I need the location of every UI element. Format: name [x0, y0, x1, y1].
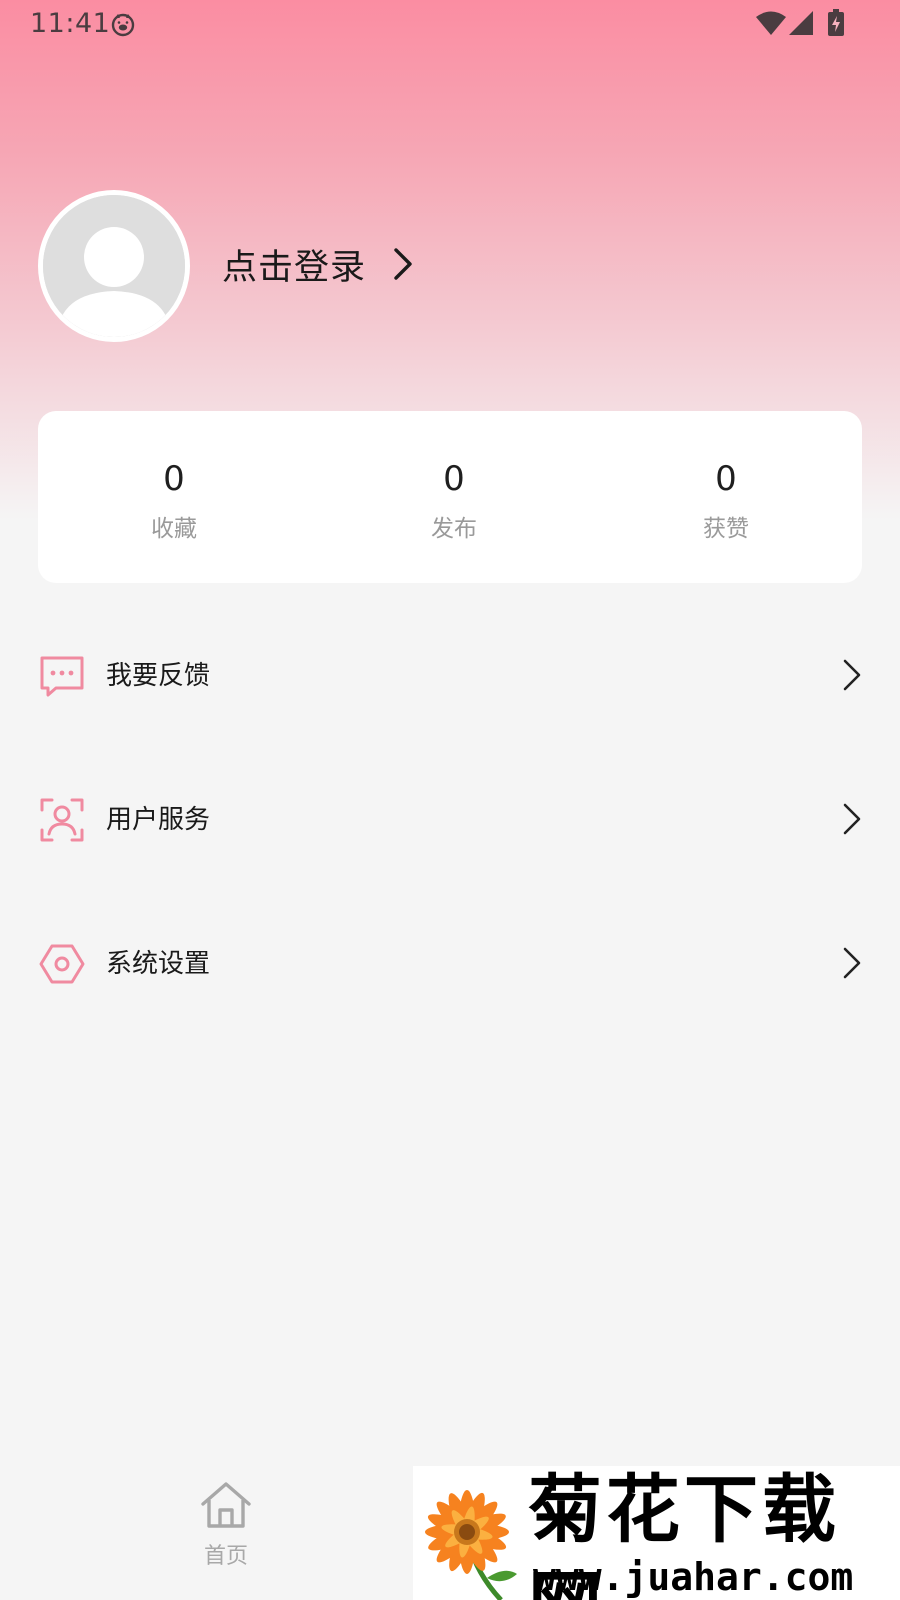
chevron-right-icon — [843, 803, 861, 835]
stats-card: 0 收藏 0 发布 0 获赞 — [38, 411, 862, 583]
login-label: 点击登录 — [222, 247, 367, 288]
settings-icon — [39, 944, 85, 984]
chevron-right-icon — [843, 947, 861, 979]
stat-label: 收藏 — [151, 516, 197, 542]
menu-label: 系统设置 — [106, 949, 211, 979]
pig-notification-icon — [111, 13, 135, 37]
chevron-right-icon — [394, 248, 412, 280]
stat-value: 0 — [163, 459, 185, 499]
menu-label: 我要反馈 — [106, 661, 211, 691]
menu-item-settings[interactable]: 系统设置 — [0, 908, 900, 1018]
flower-logo-icon — [425, 1490, 517, 1600]
mine-page: 11:41 点击登录 0 收藏 0 发布 0 获赞 我要反馈 用户服务 系统设置… — [0, 0, 900, 1600]
feedback-icon — [40, 656, 84, 697]
default-user-icon — [43, 195, 185, 337]
stat-label: 获赞 — [703, 516, 749, 542]
user-service-icon — [40, 798, 84, 842]
stat-posts[interactable]: 0 发布 — [318, 411, 590, 583]
wifi-icon — [756, 11, 786, 35]
watermark-url: www.juahar.com — [533, 1555, 854, 1599]
stat-label: 发布 — [431, 516, 477, 542]
status-bar: 11:41 — [0, 0, 900, 48]
watermark-banner: 菊花下载网 www.juahar.com — [413, 1466, 900, 1600]
chevron-right-icon — [843, 659, 861, 691]
stat-likes[interactable]: 0 获赞 — [590, 411, 862, 583]
menu-item-user-service[interactable]: 用户服务 — [0, 764, 900, 874]
nav-home[interactable]: 首页 — [186, 1480, 266, 1580]
stat-value: 0 — [443, 459, 465, 499]
menu-label: 用户服务 — [106, 805, 211, 835]
battery-charging-icon — [828, 9, 844, 36]
stat-favorites[interactable]: 0 收藏 — [38, 411, 318, 583]
nav-home-label: 首页 — [203, 1544, 248, 1569]
stat-value: 0 — [715, 459, 737, 499]
avatar[interactable] — [38, 190, 190, 342]
signal-icon — [789, 11, 813, 35]
status-time: 11:41 — [30, 8, 111, 39]
home-icon — [201, 1482, 251, 1528]
menu-item-feedback[interactable]: 我要反馈 — [0, 620, 900, 730]
login-link[interactable]: 点击登录 — [222, 236, 414, 292]
